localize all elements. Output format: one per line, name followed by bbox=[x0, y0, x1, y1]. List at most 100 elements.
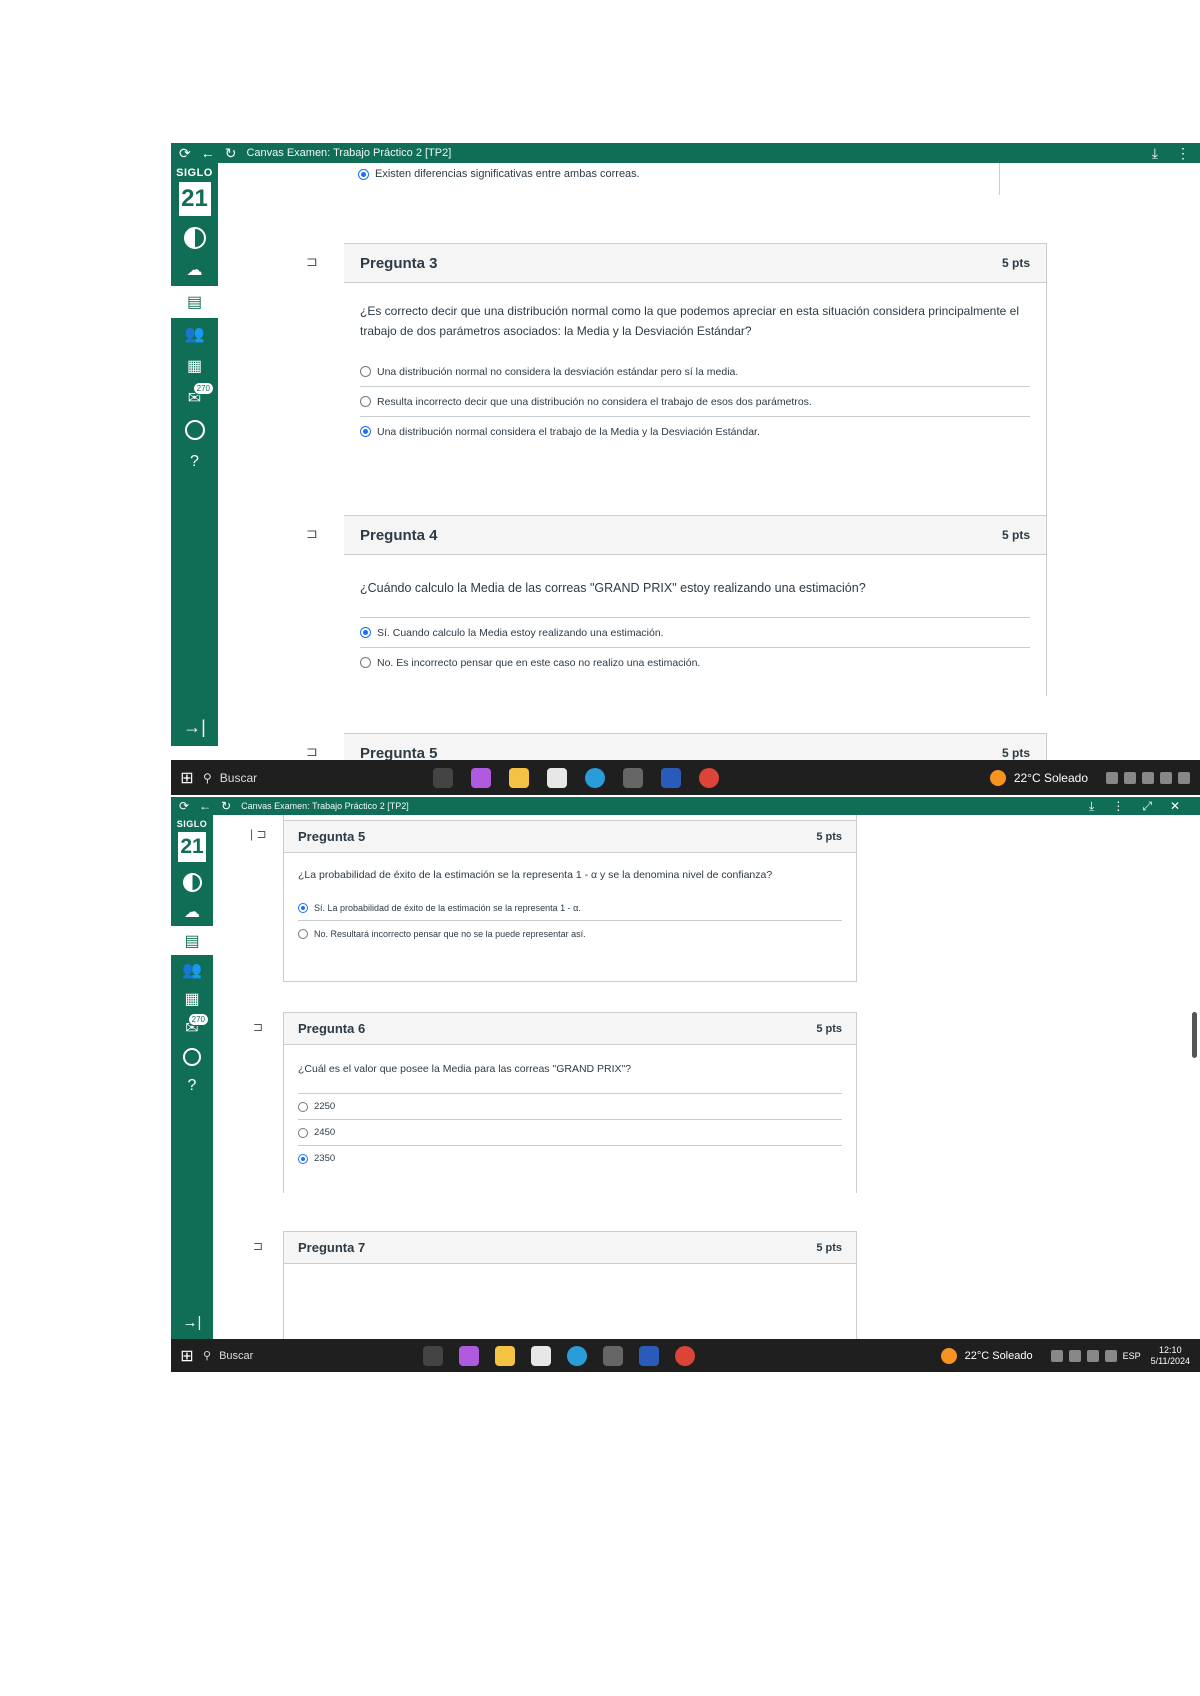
store-icon[interactable] bbox=[547, 767, 567, 788]
answer-radio[interactable] bbox=[298, 1153, 308, 1164]
tray-icon[interactable] bbox=[1124, 771, 1136, 784]
close-icon[interactable]: ✕ bbox=[1170, 799, 1180, 814]
word-icon[interactable] bbox=[639, 1345, 659, 1366]
answer-label: 2450 bbox=[314, 1127, 336, 1138]
scrollbar-thumb[interactable] bbox=[1192, 1012, 1197, 1058]
nav-courses[interactable]: ▤ bbox=[171, 926, 213, 955]
chrome-icon[interactable] bbox=[699, 767, 719, 788]
task-view-icon[interactable] bbox=[433, 767, 453, 788]
nav-courses[interactable]: ▤ bbox=[171, 286, 218, 318]
nav-groups[interactable]: 👥 bbox=[171, 318, 218, 350]
sync-icon[interactable]: ⟳ bbox=[179, 145, 191, 162]
answer-radio[interactable] bbox=[360, 657, 371, 668]
answer-radio[interactable] bbox=[360, 396, 371, 407]
answer-radio[interactable] bbox=[298, 1127, 308, 1138]
answer-row[interactable]: Sí. Cuando calculo la Media estoy realiz… bbox=[360, 618, 1030, 648]
reload-icon[interactable]: ↻ bbox=[225, 145, 237, 162]
copilot-icon[interactable] bbox=[459, 1345, 479, 1366]
word-icon[interactable] bbox=[661, 767, 681, 788]
tray-icon[interactable] bbox=[1104, 1349, 1117, 1362]
task-view-icon[interactable] bbox=[423, 1345, 443, 1366]
nav-history[interactable] bbox=[171, 1042, 213, 1071]
collapse-nav-icon[interactable]: →| bbox=[171, 1314, 213, 1331]
tray-icon[interactable] bbox=[1106, 771, 1118, 784]
answer-radio[interactable] bbox=[360, 426, 371, 437]
store-icon[interactable] bbox=[531, 1345, 551, 1366]
flag-question-7-icon[interactable]: ⊐ bbox=[253, 1239, 263, 1253]
prev-answer-radio[interactable] bbox=[358, 168, 369, 180]
weather-widget[interactable]: 22°C Soleado bbox=[940, 1347, 1051, 1364]
edge-icon[interactable] bbox=[567, 1345, 587, 1366]
answer-radio[interactable] bbox=[298, 1101, 308, 1112]
flag-question-6-icon[interactable]: ⊐ bbox=[253, 1020, 263, 1034]
question-5-points: 5 pts bbox=[1001, 746, 1030, 760]
answer-radio[interactable] bbox=[298, 928, 308, 939]
nav-inbox[interactable]: ✉ 270 bbox=[171, 382, 218, 414]
language-indicator[interactable]: ESP bbox=[1123, 1351, 1141, 1361]
answer-row[interactable]: Resulta incorrecto decir que una distrib… bbox=[360, 387, 1030, 417]
browser-titlebar: ⟳ ← ↻ Canvas Examen: Trabajo Práctico 2 … bbox=[171, 797, 1200, 815]
weather-widget[interactable]: 22°C Soleado bbox=[989, 769, 1106, 786]
flag-question-4-icon[interactable]: ⊐ bbox=[306, 525, 318, 542]
nav-inbox[interactable]: ✉ 270 bbox=[171, 1013, 213, 1042]
nav-account[interactable] bbox=[171, 868, 213, 897]
nav-dashboard[interactable]: ☁ bbox=[171, 254, 218, 286]
nav-help[interactable]: ? bbox=[171, 1071, 213, 1100]
taskbar-clock[interactable]: 12:10 5/11/2024 bbox=[1151, 1345, 1200, 1367]
answer-row[interactable]: 2350 bbox=[298, 1146, 842, 1171]
question-5-answers: Sí. La probabilidad de éxito de la estim… bbox=[298, 895, 842, 946]
answer-row[interactable]: 2250 bbox=[298, 1094, 842, 1120]
nav-groups[interactable]: 👥 bbox=[171, 955, 213, 984]
answer-row[interactable]: Una distribución normal no considera la … bbox=[360, 357, 1030, 387]
back-icon[interactable]: ← bbox=[201, 145, 215, 162]
back-icon[interactable]: ← bbox=[199, 799, 211, 813]
sync-icon[interactable]: ⟳ bbox=[179, 799, 189, 813]
windows-start-icon[interactable]: ⊞ bbox=[171, 768, 203, 788]
tray-icon[interactable] bbox=[1086, 1349, 1099, 1362]
tray-icon[interactable] bbox=[1068, 1349, 1081, 1362]
answer-row[interactable]: No. Resultará incorrecto pensar que no s… bbox=[298, 921, 842, 946]
tray-icon[interactable] bbox=[1160, 771, 1172, 784]
flag-question-5-icon[interactable]: | ⊐ bbox=[250, 827, 267, 841]
nav-calendar[interactable]: ▦ bbox=[171, 350, 218, 382]
answer-row[interactable]: 2450 bbox=[298, 1120, 842, 1146]
groups-icon: 👥 bbox=[184, 326, 205, 343]
question-6-points: 5 pts bbox=[816, 1022, 842, 1035]
more-icon[interactable]: ⋮ bbox=[1176, 145, 1190, 162]
file-explorer-icon[interactable] bbox=[509, 767, 529, 788]
answer-row[interactable]: Sí. La probabilidad de éxito de la estim… bbox=[298, 895, 842, 921]
chrome-icon[interactable] bbox=[675, 1345, 695, 1366]
download-icon[interactable]: ⤓ bbox=[1089, 799, 1094, 814]
reload-icon[interactable]: ↻ bbox=[221, 799, 231, 813]
nav-calendar[interactable]: ▦ bbox=[171, 984, 213, 1013]
taskbar-search[interactable]: ⚲ Buscar bbox=[203, 771, 403, 785]
flag-question-3-icon[interactable]: ⊐ bbox=[306, 253, 318, 270]
answer-row[interactable]: No. Es incorrecto pensar que en este cas… bbox=[360, 648, 1030, 677]
taskbar-search[interactable]: ⚲ Buscar bbox=[203, 1349, 403, 1363]
tray-icon[interactable] bbox=[1178, 771, 1190, 784]
nav-help[interactable]: ? bbox=[171, 446, 218, 478]
flag-question-5-icon[interactable]: ⊐ bbox=[306, 743, 318, 760]
answer-radio[interactable] bbox=[298, 902, 308, 913]
more-icon[interactable]: ⋮ bbox=[1112, 799, 1124, 814]
nav-history[interactable] bbox=[171, 414, 218, 446]
restore-icon[interactable]: ⤢ bbox=[1142, 799, 1152, 814]
screenshot-2: ⟳ ← ↻ Canvas Examen: Trabajo Práctico 2 … bbox=[171, 797, 1200, 1372]
nav-account[interactable] bbox=[171, 222, 218, 254]
tray-icon[interactable] bbox=[1142, 771, 1154, 784]
download-icon[interactable]: ⤓ bbox=[1152, 145, 1158, 162]
copilot-icon[interactable] bbox=[471, 767, 491, 788]
nav-dashboard[interactable]: ☁ bbox=[171, 897, 213, 926]
answer-radio[interactable] bbox=[360, 366, 371, 377]
sync-app-icon[interactable] bbox=[603, 1345, 623, 1366]
tray-icon[interactable] bbox=[1050, 1349, 1063, 1362]
collapse-nav-icon[interactable]: →| bbox=[171, 717, 218, 738]
edge-icon[interactable] bbox=[585, 767, 605, 788]
answer-row[interactable]: Una distribución normal considera el tra… bbox=[360, 417, 1030, 446]
windows-start-icon[interactable]: ⊞ bbox=[171, 1346, 203, 1366]
prev-answer-row[interactable]: Existen diferencias significativas entre… bbox=[358, 163, 978, 185]
sync-app-icon[interactable] bbox=[623, 767, 643, 788]
file-explorer-icon[interactable] bbox=[495, 1345, 515, 1366]
question-4-header: Pregunta 4 5 pts bbox=[344, 516, 1046, 555]
answer-radio[interactable] bbox=[360, 627, 371, 638]
